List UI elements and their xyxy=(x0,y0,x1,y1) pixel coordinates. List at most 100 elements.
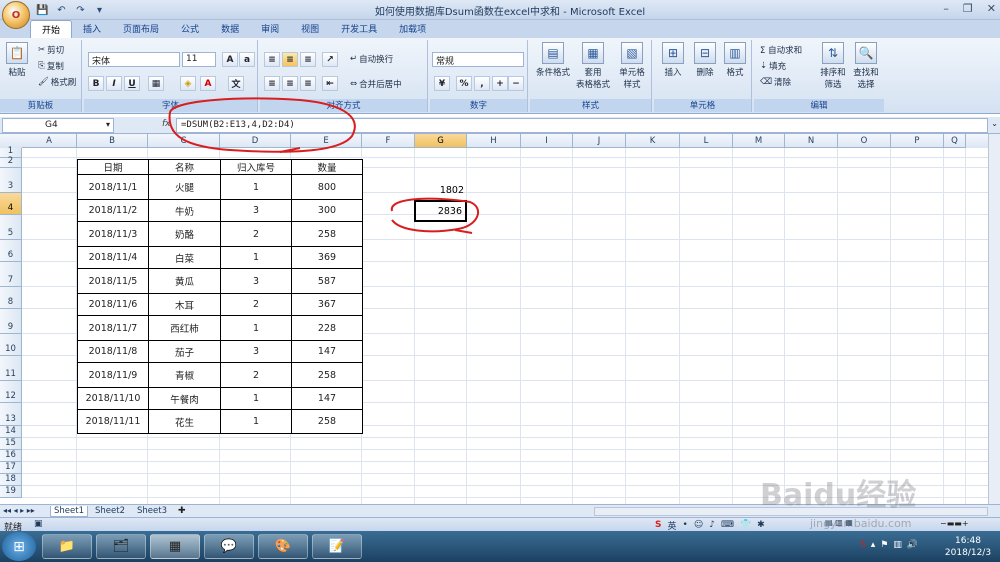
number-format-select[interactable]: 常规 xyxy=(432,52,524,67)
undo-icon[interactable]: ↶ xyxy=(55,4,68,17)
binoculars-icon: 🔍 xyxy=(855,42,877,64)
namebox-dropdown-icon[interactable]: ▾ xyxy=(106,120,110,129)
sort-icon: ⇅ xyxy=(822,42,844,64)
orientation-icon[interactable]: ↗ xyxy=(322,52,338,67)
sheet-tab-2[interactable]: Sheet2 xyxy=(92,506,128,517)
punctuation-icon[interactable]: • xyxy=(683,520,688,530)
currency-icon[interactable]: ¥ xyxy=(434,76,450,91)
border-icon[interactable]: ▦ xyxy=(148,76,164,91)
tab-2[interactable]: 页面布局 xyxy=(112,20,170,38)
tab-1[interactable]: 插入 xyxy=(72,20,112,38)
keyboard-icon[interactable]: ⌨ xyxy=(721,520,734,530)
emoji-icon[interactable]: ☺ xyxy=(694,520,703,530)
tray-volume-icon[interactable]: 🔊 xyxy=(907,540,918,550)
align-bottom-icon[interactable]: ≡ xyxy=(300,52,316,67)
format-painter-button[interactable]: 🖌 格式刷 xyxy=(38,76,76,88)
italic-button[interactable]: I xyxy=(106,76,122,91)
align-top-icon[interactable]: ≡ xyxy=(264,52,280,67)
shrink-font-icon[interactable]: a xyxy=(239,52,255,67)
expand-formula-icon[interactable]: ⌄ xyxy=(991,119,998,128)
sogou-icon[interactable]: S xyxy=(655,520,661,530)
font-color-icon[interactable]: A xyxy=(200,76,216,91)
align-middle-icon[interactable]: ≡ xyxy=(282,52,298,67)
editing-label: 编辑 xyxy=(754,99,884,112)
tab-5[interactable]: 审阅 xyxy=(250,20,290,38)
macro-record-icon[interactable]: ▣ xyxy=(34,519,43,529)
sheet-tab-3[interactable]: Sheet3 xyxy=(134,506,170,517)
tab-7[interactable]: 开发工具 xyxy=(330,20,388,38)
tab-0[interactable]: 开始 xyxy=(30,20,73,38)
wrap-text-button[interactable]: ↵ 自动换行 xyxy=(350,53,393,65)
tab-4[interactable]: 数据 xyxy=(210,20,250,38)
clear-button[interactable]: ⌫ 清除 xyxy=(760,76,791,88)
merge-center-button[interactable]: ⇔ 合并后居中 xyxy=(350,78,402,90)
formula-bar: G4 ▾ fx =DSUM(B2:E13,4,D2:D4) ⌄ xyxy=(0,117,1000,134)
tab-8[interactable]: 加载项 xyxy=(388,20,437,38)
format-cells-button[interactable]: ▥ 格式 xyxy=(720,42,750,78)
copy-button[interactable]: ⎘ 复制 xyxy=(38,60,64,72)
insert-sheet-icon[interactable]: ✚ xyxy=(178,506,186,516)
tab-3[interactable]: 公式 xyxy=(170,20,210,38)
qat-dropdown-icon[interactable]: ▾ xyxy=(93,4,106,17)
align-right-icon[interactable]: ≡ xyxy=(300,76,316,91)
tools-icon[interactable]: ✱ xyxy=(757,520,765,530)
mic-icon[interactable]: ♪ xyxy=(709,520,715,530)
redo-icon[interactable]: ↷ xyxy=(74,4,87,17)
vertical-scrollbar[interactable] xyxy=(988,134,1000,504)
tray-flag-icon[interactable]: ⚑ xyxy=(880,540,888,550)
font-size-select[interactable]: 11 xyxy=(182,52,216,67)
sheet-nav-arrows-icon[interactable]: ◂◂ ◂ ▸ ▸▸ xyxy=(3,506,35,515)
insert-cells-button[interactable]: ⊞ 插入 xyxy=(658,42,688,78)
sort-filter-button[interactable]: ⇅ 排序和 筛选 xyxy=(818,42,848,90)
name-box[interactable]: G4 xyxy=(2,118,114,133)
tray-sogou-icon[interactable]: S xyxy=(860,540,866,550)
cells-group: ⊞ 插入 ⊟ 删除 ▥ 格式 单元格 xyxy=(654,40,752,112)
sheet-tab-1[interactable]: Sheet1 xyxy=(50,506,88,517)
align-left-icon[interactable]: ≡ xyxy=(264,76,280,91)
zoom-slider[interactable]: −▬▬+ xyxy=(940,519,969,528)
font-name-select[interactable]: 宋体 xyxy=(88,52,180,67)
conditional-format-button[interactable]: ▤ 条件格式 xyxy=(534,42,572,78)
office-button[interactable]: O xyxy=(2,1,30,29)
cut-button[interactable]: ✂ 剪切 xyxy=(38,44,64,56)
grow-font-icon[interactable]: A xyxy=(222,52,238,67)
decrease-decimal-icon[interactable]: − xyxy=(508,76,524,91)
tray-arrow-icon[interactable]: ▴ xyxy=(871,540,876,550)
taskbar-excel-icon[interactable]: ▦ xyxy=(150,534,200,559)
number-group: 常规 ¥ % , + − 数字 xyxy=(430,40,528,112)
worksheet-grid[interactable]: ABCDEFGHIJKLMNOPQ 1 2 3 4 5 6 7 8 9 10 11 12 13 14 15 1… xyxy=(0,134,1000,504)
taskbar-paint-icon[interactable]: 🎨 xyxy=(258,534,308,559)
bold-button[interactable]: B xyxy=(88,76,104,91)
start-button-icon[interactable]: ⊞ xyxy=(2,532,36,561)
minimize-icon[interactable]: – xyxy=(943,2,949,15)
cell-styles-button[interactable]: ▧ 单元格 样式 xyxy=(614,42,650,90)
formula-input[interactable]: =DSUM(B2:E13,4,D2:D4) xyxy=(176,118,988,133)
autosum-button[interactable]: Σ 自动求和 xyxy=(760,44,802,56)
underline-button[interactable]: U xyxy=(124,76,140,91)
tray-network-icon[interactable]: ▥ xyxy=(893,540,902,550)
restore-icon[interactable]: ❐ xyxy=(963,2,973,15)
delete-cells-button[interactable]: ⊟ 删除 xyxy=(690,42,720,78)
phonetic-icon[interactable]: 文 xyxy=(228,76,244,91)
taskbar-wechat-icon[interactable]: 💬 xyxy=(204,534,254,559)
paste-button[interactable]: 📋 粘贴 xyxy=(6,42,28,78)
fill-color-icon[interactable]: ◈ xyxy=(180,76,196,91)
taskbar-folder-icon[interactable]: 📁 xyxy=(42,534,92,559)
clock[interactable]: 16:48 2018/12/3 xyxy=(940,535,996,559)
taskbar-explorer-icon[interactable]: 🗂 xyxy=(96,534,146,559)
indent-icon[interactable]: ⇤ xyxy=(322,76,338,91)
find-select-button[interactable]: 🔍 查找和 选择 xyxy=(850,42,882,90)
close-icon[interactable]: ✕ xyxy=(987,2,996,15)
increase-decimal-icon[interactable]: + xyxy=(492,76,508,91)
align-center-icon[interactable]: ≡ xyxy=(282,76,298,91)
insert-function-icon[interactable]: fx xyxy=(162,119,171,129)
format-as-table-button[interactable]: ▦ 套用 表格格式 xyxy=(574,42,612,90)
comma-button[interactable]: , xyxy=(474,76,490,91)
taskbar-notes-icon[interactable]: 📝 xyxy=(312,534,362,559)
shirt-icon[interactable]: 👕 xyxy=(740,520,751,530)
percent-button[interactable]: % xyxy=(456,76,472,91)
tab-6[interactable]: 视图 xyxy=(290,20,330,38)
ime-mode[interactable]: 英 xyxy=(667,519,676,532)
save-icon[interactable]: 💾 xyxy=(36,4,49,17)
fill-button[interactable]: ⇣ 填充 xyxy=(760,60,786,72)
